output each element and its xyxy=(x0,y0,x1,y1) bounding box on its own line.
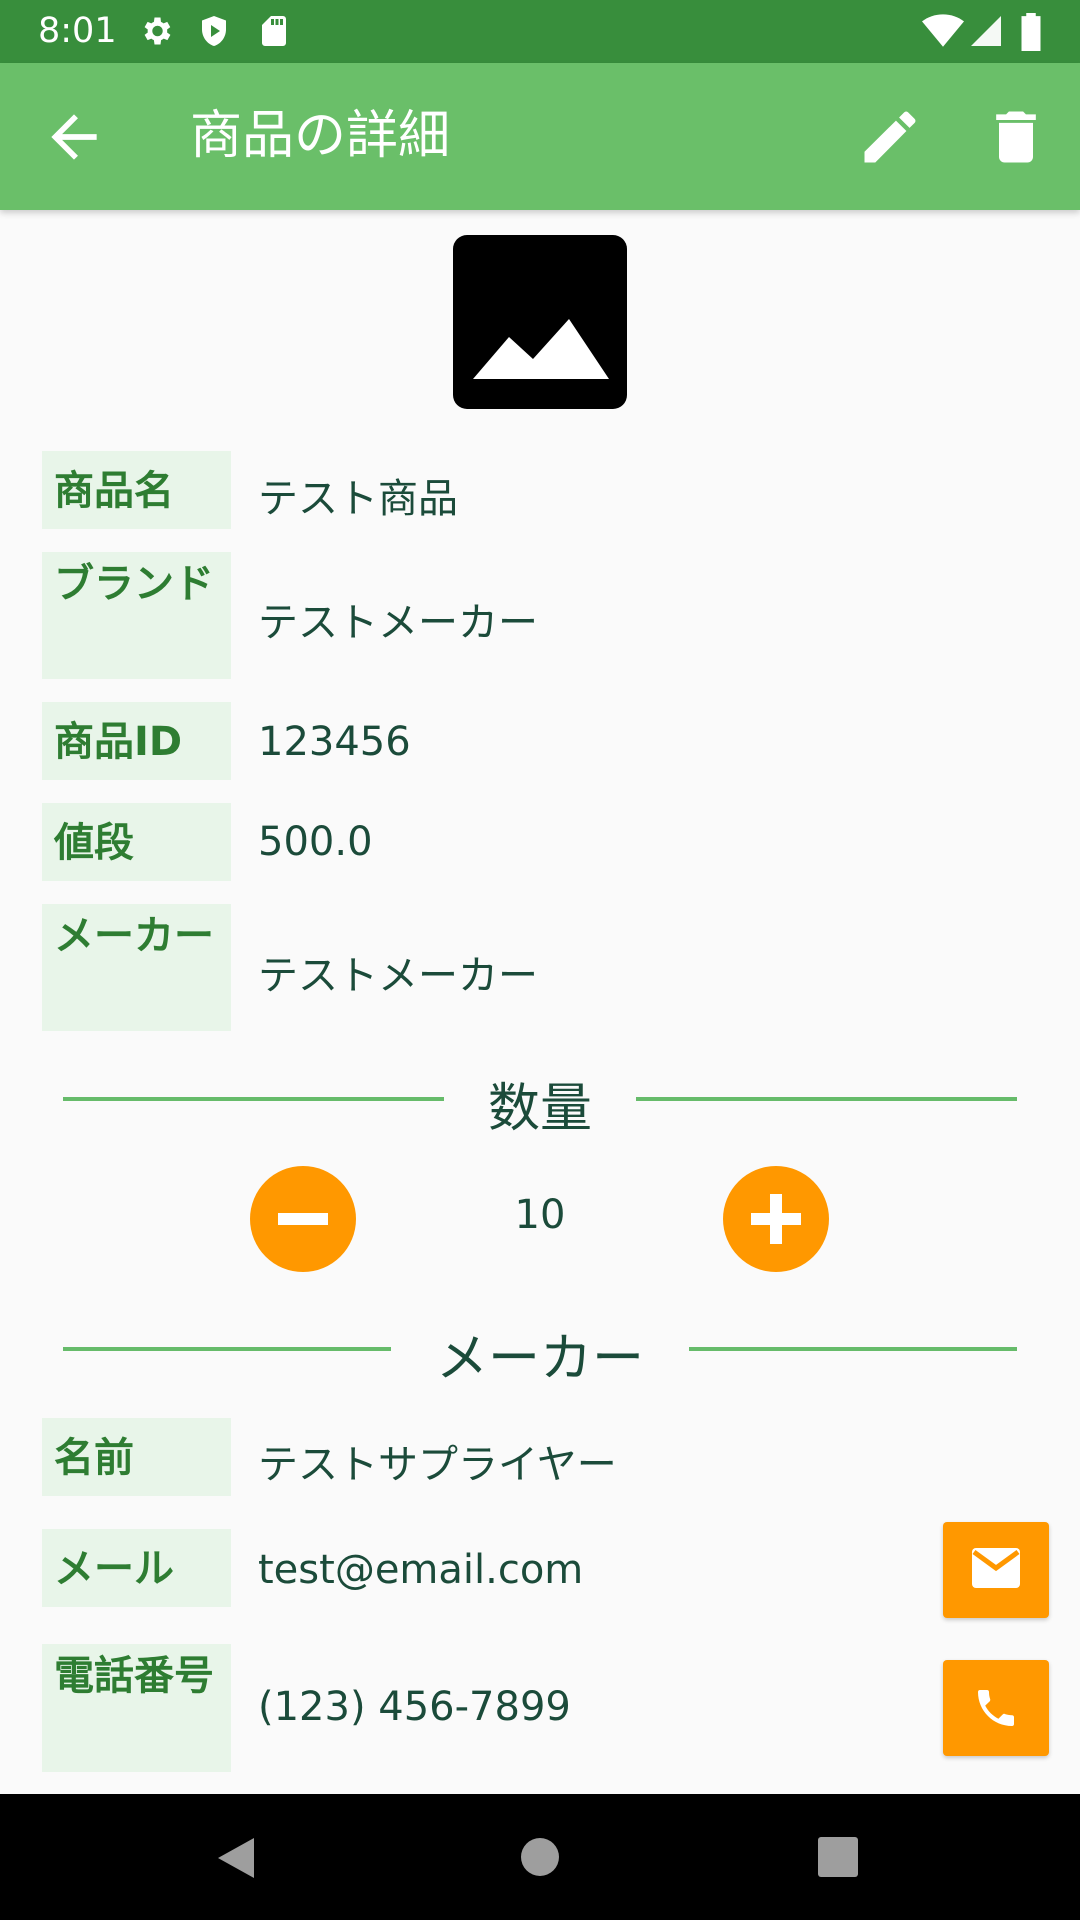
row-label-supplier-name: 名前 xyxy=(42,1418,231,1496)
row-label-price: 値段 xyxy=(42,803,231,881)
app-bar: 商品の詳細 xyxy=(0,63,1080,210)
row-value-maker: テストメーカー xyxy=(258,953,538,999)
row-value-product-name: テスト商品 xyxy=(258,476,458,522)
maker-divider-right xyxy=(689,1347,1017,1351)
nav-recents-icon[interactable] xyxy=(818,1837,858,1877)
battery-icon xyxy=(1021,13,1041,51)
row-value-product-id: 123456 xyxy=(258,719,411,765)
phone-icon xyxy=(978,1690,1014,1726)
system-nav-bar xyxy=(0,1794,1080,1920)
row-value-email: test@email.com xyxy=(258,1547,584,1593)
call-phone-button[interactable] xyxy=(943,1660,1049,1756)
increase-quantity-button[interactable] xyxy=(723,1166,829,1272)
row-value-brand: テストメーカー xyxy=(258,600,538,646)
quantity-divider-right xyxy=(636,1097,1017,1101)
maker-title: メーカー xyxy=(435,1329,644,1389)
quantity-title: 数量 xyxy=(487,1079,592,1139)
image-placeholder-icon[interactable] xyxy=(451,233,629,411)
mail-icon xyxy=(972,1548,1020,1588)
row-value-price: 500.0 xyxy=(258,819,373,865)
trash-icon[interactable] xyxy=(982,103,1050,171)
row-value-supplier-name: テストサプライヤー xyxy=(258,1442,617,1488)
maker-divider-left xyxy=(63,1347,391,1351)
signal-icon xyxy=(971,16,1001,46)
status-bar: 8:01 xyxy=(0,0,1080,63)
pencil-icon[interactable] xyxy=(856,103,924,171)
nav-home-icon[interactable] xyxy=(519,1836,561,1878)
row-label-maker: メーカー xyxy=(42,904,231,1031)
shield-icon xyxy=(202,16,226,46)
row-label-product-id: 商品ID xyxy=(42,702,231,780)
decrease-quantity-button[interactable] xyxy=(250,1166,356,1272)
quantity-divider-left xyxy=(63,1097,444,1101)
page-title: 商品の詳細 xyxy=(190,106,451,166)
settings-icon xyxy=(144,17,171,45)
quantity-value: 10 xyxy=(514,1192,566,1238)
row-value-phone: (123) 456-7899 xyxy=(258,1684,571,1730)
row-label-phone: 電話番号 xyxy=(42,1644,231,1772)
row-label-email: メール xyxy=(42,1529,231,1607)
sd-card-icon xyxy=(262,16,286,46)
wifi-icon xyxy=(922,14,964,47)
nav-back-icon[interactable] xyxy=(214,1836,258,1880)
minus-icon xyxy=(278,1213,328,1225)
arrow-back-icon[interactable] xyxy=(40,103,108,171)
send-email-button[interactable] xyxy=(943,1522,1049,1618)
status-time: 8:01 xyxy=(38,11,117,51)
row-label-product-name: 商品名 xyxy=(42,451,231,529)
row-label-brand: ブランド xyxy=(42,552,231,679)
plus-icon xyxy=(751,1194,801,1244)
